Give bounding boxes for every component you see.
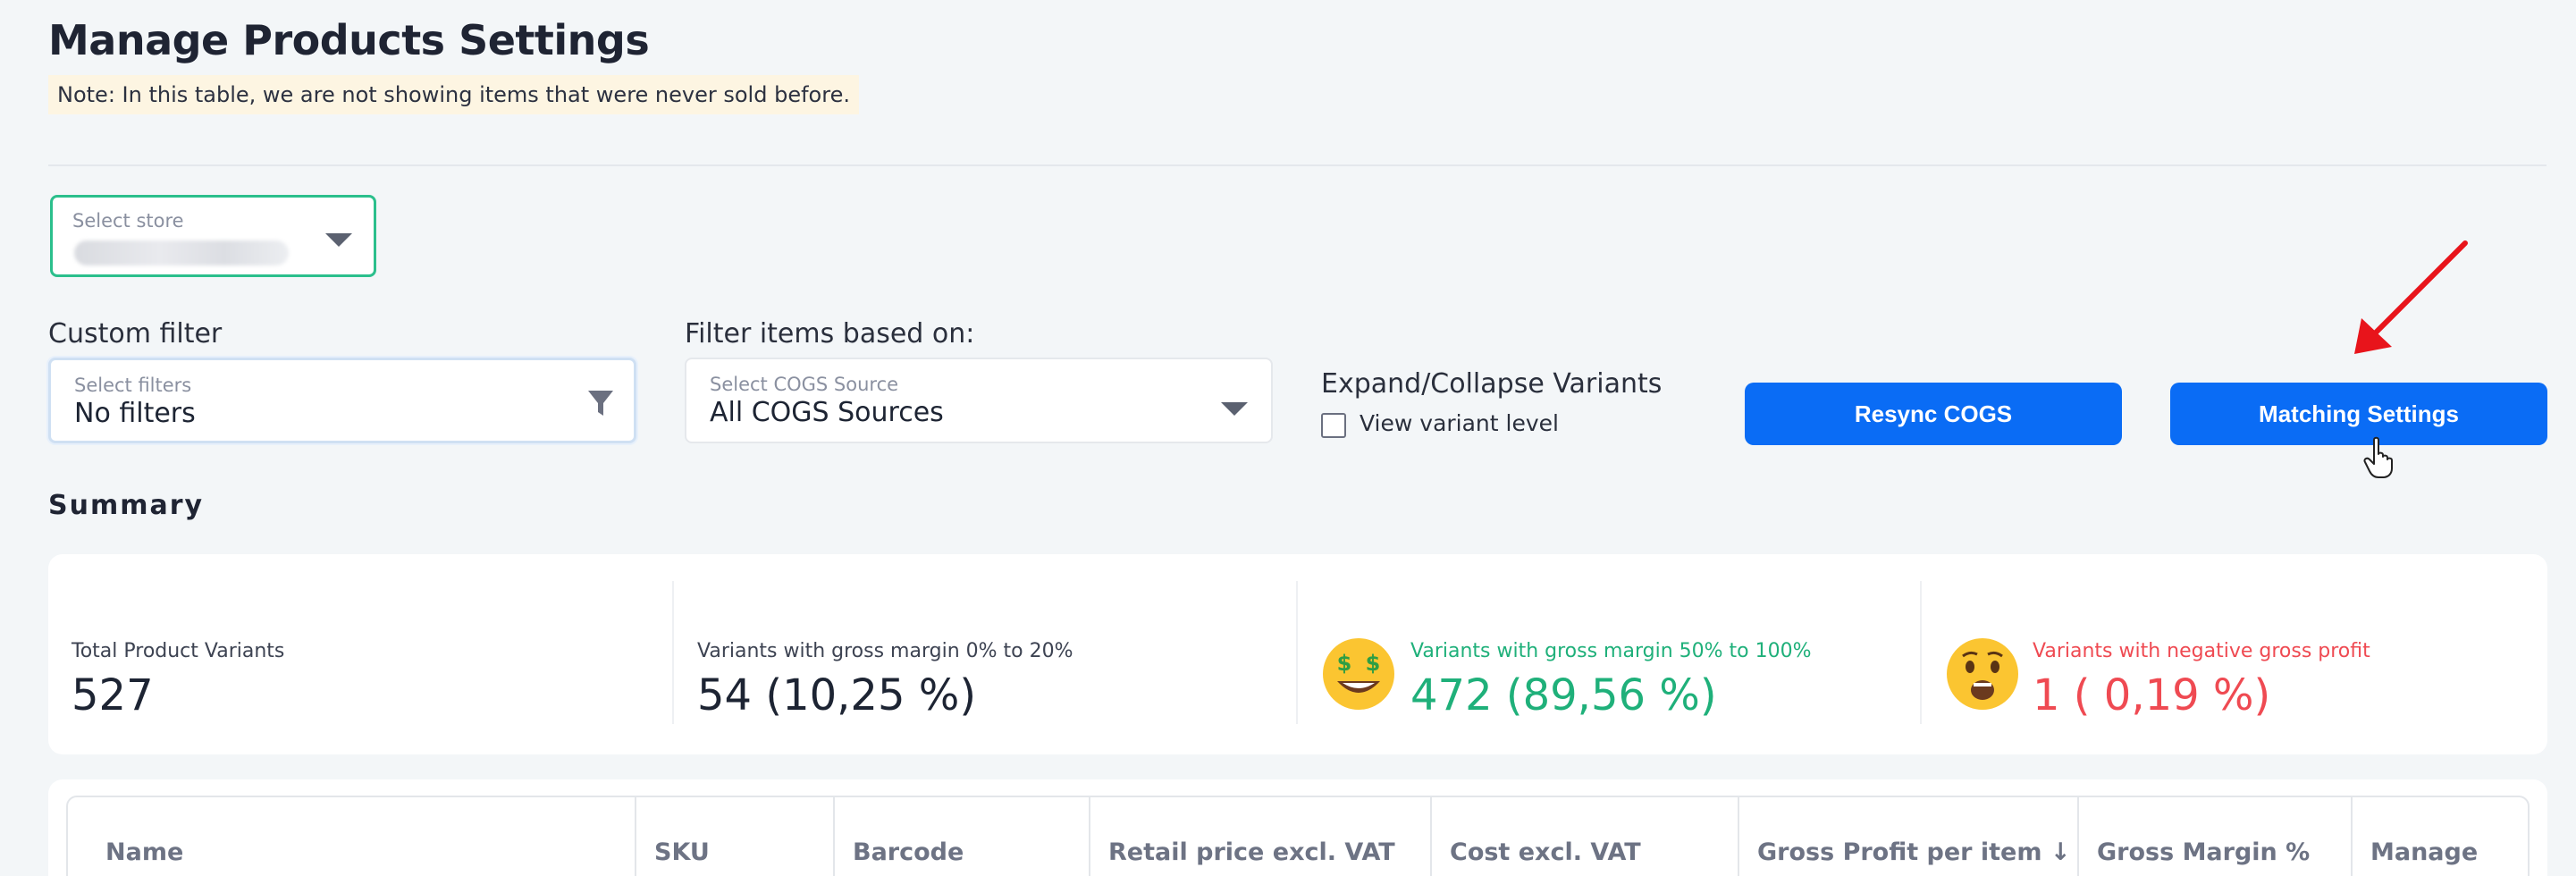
- custom-filter-value: No filters: [74, 398, 196, 429]
- view-variant-level-label[interactable]: View variant level: [1360, 410, 1559, 436]
- column-header-cost[interactable]: Cost excl. VAT: [1432, 797, 1739, 876]
- annotation-arrow-icon: [2354, 240, 2468, 354]
- manage-products-page: Manage Products Settings Note: In this t…: [0, 0, 2576, 876]
- money-mouth-emoji-icon: $ $: [1323, 638, 1394, 710]
- stat-label: Total Product Variants: [72, 640, 285, 662]
- custom-filter-title: Custom filter: [48, 318, 223, 350]
- cogs-source-select[interactable]: Select COGS Source All COGS Sources: [685, 358, 1273, 443]
- column-header-name[interactable]: Name: [68, 797, 636, 876]
- svg-text:$: $: [1337, 651, 1352, 676]
- column-header-manage: Manage: [2370, 838, 2479, 866]
- store-select-blurred-value: [74, 240, 289, 265]
- view-variant-level-checkbox[interactable]: [1321, 413, 1346, 438]
- table-note: Note: In this table, we are not showing …: [48, 75, 859, 114]
- cogs-source-value: All COGS Sources: [710, 397, 944, 428]
- stat-value: 472 (89,56 %): [1410, 670, 1717, 720]
- store-select-label: Select store: [72, 210, 184, 232]
- stat-value: 527: [72, 670, 154, 720]
- chevron-down-icon: [1221, 402, 1248, 416]
- svg-text:$: $: [1366, 651, 1381, 676]
- shocked-face-emoji-icon: [1947, 638, 2018, 710]
- stat-total-variants: Total Product Variants 527: [48, 581, 672, 724]
- table-header-row: Name SKU Barcode Retail price excl. VAT …: [66, 796, 2530, 876]
- hand-pointer-cursor-icon: [2363, 436, 2393, 478]
- stat-label: Variants with negative gross profit: [2033, 640, 2370, 662]
- custom-filter-select[interactable]: Select filters No filters: [48, 358, 636, 443]
- stat-label: Variants with gross margin 50% to 100%: [1410, 640, 1812, 662]
- stat-margin-50-100: $ $ Variants with gross margin 50% to 10…: [1296, 581, 1920, 724]
- products-table: Name SKU Barcode Retail price excl. VAT …: [48, 779, 2547, 876]
- stat-value: 54 (10,25 %): [697, 670, 977, 720]
- custom-filter-label: Select filters: [74, 375, 192, 396]
- summary-card: Total Product Variants 527 Variants with…: [48, 554, 2547, 754]
- divider: [48, 164, 2547, 166]
- stat-label: Variants with gross margin 0% to 20%: [697, 640, 1073, 662]
- column-header-sku[interactable]: SKU: [636, 797, 835, 876]
- cogs-source-label: Select COGS Source: [710, 374, 899, 395]
- funnel-icon[interactable]: [587, 389, 614, 417]
- page-title: Manage Products Settings: [48, 16, 650, 64]
- store-select[interactable]: Select store: [50, 195, 376, 277]
- resync-cogs-button[interactable]: Resync COGS: [1745, 383, 2122, 445]
- stat-negative-profit: Variants with negative gross profit 1 ( …: [1920, 581, 2544, 724]
- stat-margin-0-20: Variants with gross margin 0% to 20% 54 …: [672, 581, 1296, 724]
- column-header-gross-profit[interactable]: Gross Profit per item ↓: [1739, 797, 2079, 876]
- column-header-retail-price[interactable]: Retail price excl. VAT: [1090, 797, 1432, 876]
- cogs-filter-title: Filter items based on:: [685, 318, 975, 350]
- expand-collapse-title: Expand/Collapse Variants: [1321, 368, 1663, 400]
- column-header-barcode[interactable]: Barcode: [835, 797, 1090, 876]
- matching-settings-button[interactable]: Matching Settings: [2170, 383, 2547, 445]
- chevron-down-icon: [325, 233, 352, 247]
- stat-value: 1 ( 0,19 %): [2033, 670, 2271, 720]
- summary-title: Summary: [48, 490, 205, 521]
- column-header-gross-margin[interactable]: Gross Margin %: [2079, 797, 2353, 876]
